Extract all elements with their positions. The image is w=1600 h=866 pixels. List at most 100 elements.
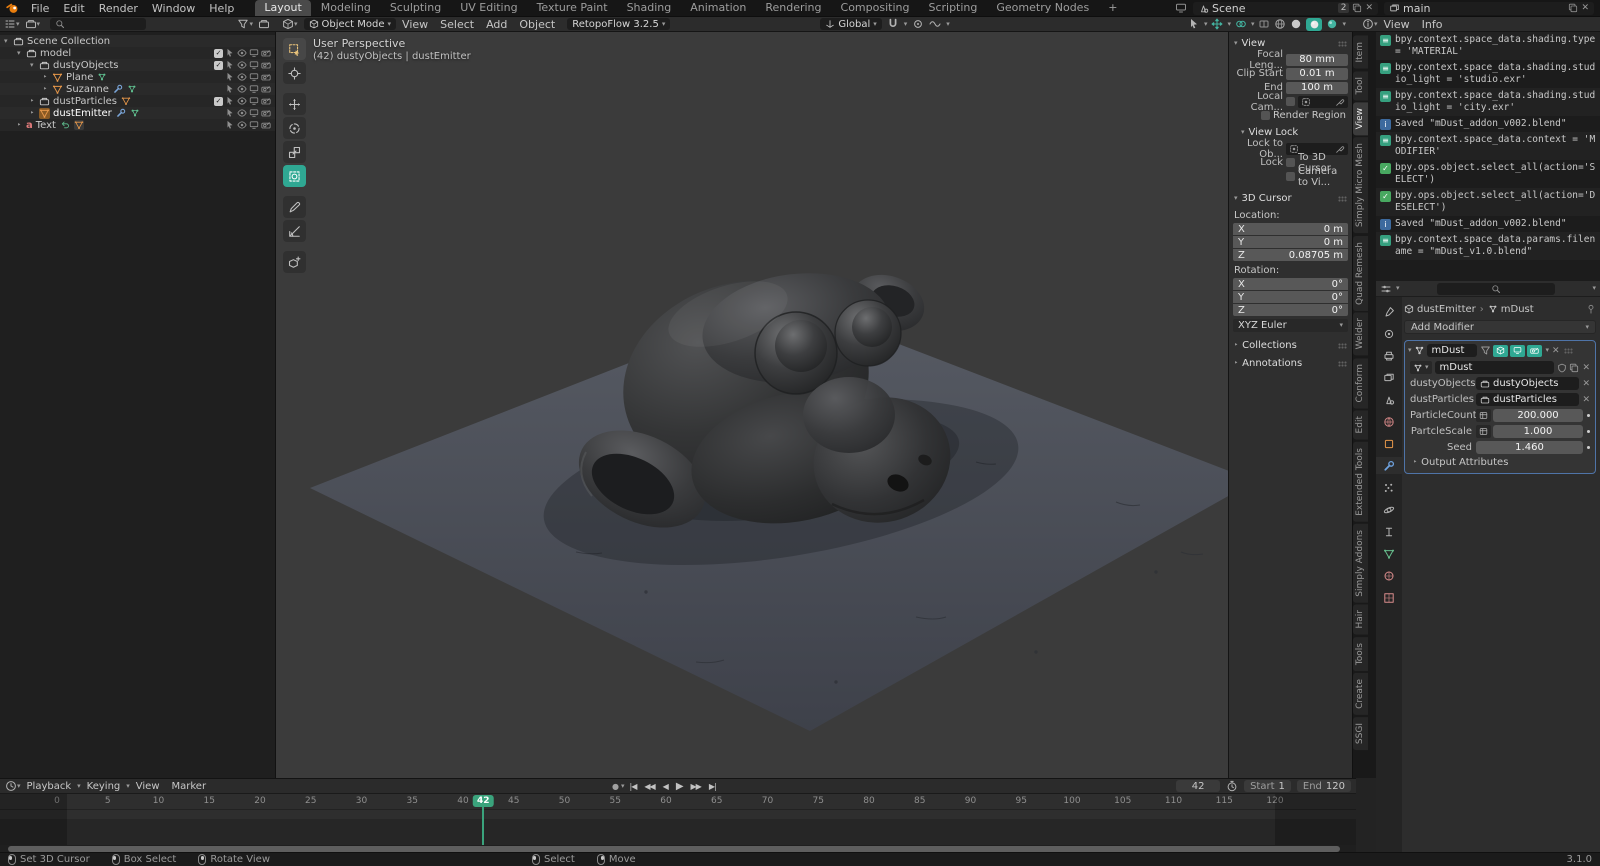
- workspace-tab-uv-editing[interactable]: UV Editing: [451, 0, 526, 16]
- workspace-tab-compositing[interactable]: Compositing: [832, 0, 919, 16]
- cursor-rotation-z-field[interactable]: Z0°: [1233, 304, 1348, 316]
- exclude-checkbox[interactable]: ✓: [214, 61, 223, 70]
- expand-icon[interactable]: ‣: [17, 122, 26, 129]
- selectable-icon[interactable]: [225, 72, 235, 82]
- outliner-row[interactable]: ▾model✓: [0, 47, 275, 59]
- unlink-icon[interactable]: ✕: [1582, 395, 1590, 405]
- info-log-line[interactable]: ≡bpy.context.space_data.params.filename …: [1376, 232, 1600, 260]
- outliner-item-label[interactable]: Suzanne: [66, 84, 109, 95]
- hide-icon[interactable]: [237, 108, 247, 118]
- animate-dot-icon[interactable]: [1587, 430, 1590, 433]
- disable-render-icon[interactable]: [261, 60, 271, 70]
- disable-viewport-icon[interactable]: [249, 72, 259, 82]
- menu-window[interactable]: Window: [145, 2, 202, 15]
- collection-field[interactable]: dustyObjects: [1476, 377, 1579, 390]
- new-collection-icon[interactable]: [258, 18, 270, 30]
- sidebar-tab-simply-micro-mesh[interactable]: Simply Micro Mesh: [1353, 137, 1368, 233]
- timeline-menu-view[interactable]: View: [130, 781, 166, 792]
- animate-dot-icon[interactable]: [1587, 414, 1590, 417]
- frame-end-field[interactable]: End120: [1297, 780, 1351, 792]
- attribute-toggle-icon[interactable]: [1476, 409, 1491, 422]
- overlays-icon[interactable]: [1235, 18, 1247, 30]
- disable-viewport-icon[interactable]: [249, 120, 259, 130]
- outliner-row[interactable]: ‣dustEmitter: [0, 107, 275, 119]
- workspace-tab-sculpting[interactable]: Sculpting: [381, 0, 450, 16]
- sidebar-tab-tools[interactable]: Tools: [1353, 637, 1368, 671]
- properties-search-input[interactable]: [1437, 283, 1555, 295]
- collection-field[interactable]: dustParticles: [1476, 393, 1579, 406]
- on-cage-icon[interactable]: [1480, 345, 1491, 356]
- info-editor-type-icon[interactable]: [1362, 18, 1374, 30]
- outliner-display-mode-icon[interactable]: [25, 18, 37, 30]
- properties-editor-type-icon[interactable]: [1380, 283, 1392, 295]
- falloff-curve-icon[interactable]: [929, 18, 941, 30]
- properties-tab-tool[interactable]: [1376, 303, 1402, 320]
- workspace-tab-geometry-nodes[interactable]: Geometry Nodes: [987, 0, 1098, 16]
- info-log-line[interactable]: ✓bpy.ops.object.select_all(action='SELEC…: [1376, 160, 1600, 188]
- info-log-line[interactable]: ✓bpy.ops.object.select_all(action='DESEL…: [1376, 188, 1600, 216]
- properties-tab-constraints[interactable]: [1376, 523, 1402, 540]
- edit-mode-toggle-icon[interactable]: [1493, 345, 1508, 357]
- outliner-item-label[interactable]: dustyObjects: [53, 60, 119, 71]
- editors-layout-icon[interactable]: [1175, 2, 1187, 14]
- outliner-row[interactable]: ‣aText: [0, 119, 275, 131]
- next-keyframe-button[interactable]: ▶▶: [688, 782, 704, 791]
- outliner-item-label[interactable]: dustEmitter: [53, 108, 112, 119]
- auto-key-record-icon[interactable]: ●: [612, 782, 619, 791]
- workspace-tab-shading[interactable]: Shading: [618, 0, 681, 16]
- sidebar-tab-view[interactable]: View: [1353, 102, 1368, 135]
- collections-panel-header[interactable]: ‣Collections: [1233, 336, 1348, 354]
- sidebar-tab-quad-remesh[interactable]: Quad Remesh: [1353, 236, 1368, 311]
- mode-selector[interactable]: Object Mode▾: [304, 18, 397, 30]
- info-view-menu[interactable]: View: [1378, 18, 1416, 31]
- cursor-panel-header[interactable]: ▾3D Cursor: [1233, 189, 1348, 207]
- unlink-icon[interactable]: ✕: [1582, 363, 1590, 373]
- sidebar-tab-extended-tools[interactable]: Extended Tools: [1353, 442, 1368, 522]
- proportional-editing-icon[interactable]: [912, 18, 924, 30]
- render-region-checkbox[interactable]: [1261, 111, 1270, 120]
- menu-render[interactable]: Render: [92, 2, 145, 15]
- properties-tab-physics[interactable]: [1376, 501, 1402, 518]
- local-camera-field[interactable]: [1298, 96, 1348, 108]
- number-field[interactable]: 1.000: [1493, 425, 1583, 438]
- expand-icon[interactable]: ‣: [43, 86, 52, 93]
- view-layer-selector[interactable]: main ✕: [1384, 2, 1594, 15]
- workspace-tab-modeling[interactable]: Modeling: [312, 0, 380, 16]
- render-toggle-icon[interactable]: [1527, 345, 1542, 357]
- sidebar-tab-conform[interactable]: Conform: [1353, 358, 1368, 408]
- hide-icon[interactable]: [237, 72, 247, 82]
- prev-keyframe-button[interactable]: ◀◀: [641, 782, 657, 791]
- selectable-icon[interactable]: [225, 84, 235, 94]
- jump-to-end-button[interactable]: ▶|: [706, 782, 719, 791]
- tool-rotate[interactable]: [283, 117, 306, 139]
- tool-annotate[interactable]: [283, 196, 306, 218]
- breadcrumb-modifier[interactable]: mDust: [1501, 304, 1534, 315]
- hide-icon[interactable]: [237, 96, 247, 106]
- node-group-browse-button[interactable]: ▾: [1410, 361, 1432, 374]
- sidebar-tab-create[interactable]: Create: [1353, 673, 1368, 715]
- outliner-row[interactable]: ▾Scene Collection: [0, 35, 275, 47]
- menu-edit[interactable]: Edit: [56, 2, 91, 15]
- info-info-menu[interactable]: Info: [1416, 18, 1449, 31]
- play-reverse-button[interactable]: ◀: [660, 782, 671, 791]
- drag-handle-icon[interactable]: [1564, 348, 1573, 354]
- number-field[interactable]: 1.460: [1476, 441, 1583, 454]
- exclude-checkbox[interactable]: ✓: [214, 97, 223, 106]
- hide-icon[interactable]: [237, 120, 247, 130]
- viewport-menu-add[interactable]: Add: [480, 18, 513, 31]
- properties-filter-icon[interactable]: ▾: [1592, 285, 1596, 292]
- outliner[interactable]: ▾Scene Collection▾model✓▾dustyObjects✓‣P…: [0, 32, 276, 778]
- info-log-line[interactable]: ≡bpy.context.space_data.shading.studio_l…: [1376, 60, 1600, 88]
- exclude-checkbox[interactable]: ✓: [214, 49, 223, 58]
- tool-transform[interactable]: [283, 165, 306, 187]
- timeline-ruler[interactable]: 0510152025303540455055606570758085909510…: [0, 794, 1356, 810]
- expand-icon[interactable]: ▾: [30, 62, 39, 69]
- sidebar-tab-welder[interactable]: Welder: [1353, 312, 1368, 355]
- timeline-menu-playback[interactable]: Playback: [21, 781, 78, 792]
- annotations-panel-header[interactable]: ‣Annotations: [1233, 354, 1348, 372]
- properties-tab-object[interactable]: [1376, 435, 1402, 452]
- outliner-row[interactable]: ‣dustParticles✓: [0, 95, 275, 107]
- timeline-menu-marker[interactable]: Marker: [166, 781, 213, 792]
- disable-render-icon[interactable]: [261, 96, 271, 106]
- gizmos-icon[interactable]: [1211, 18, 1223, 30]
